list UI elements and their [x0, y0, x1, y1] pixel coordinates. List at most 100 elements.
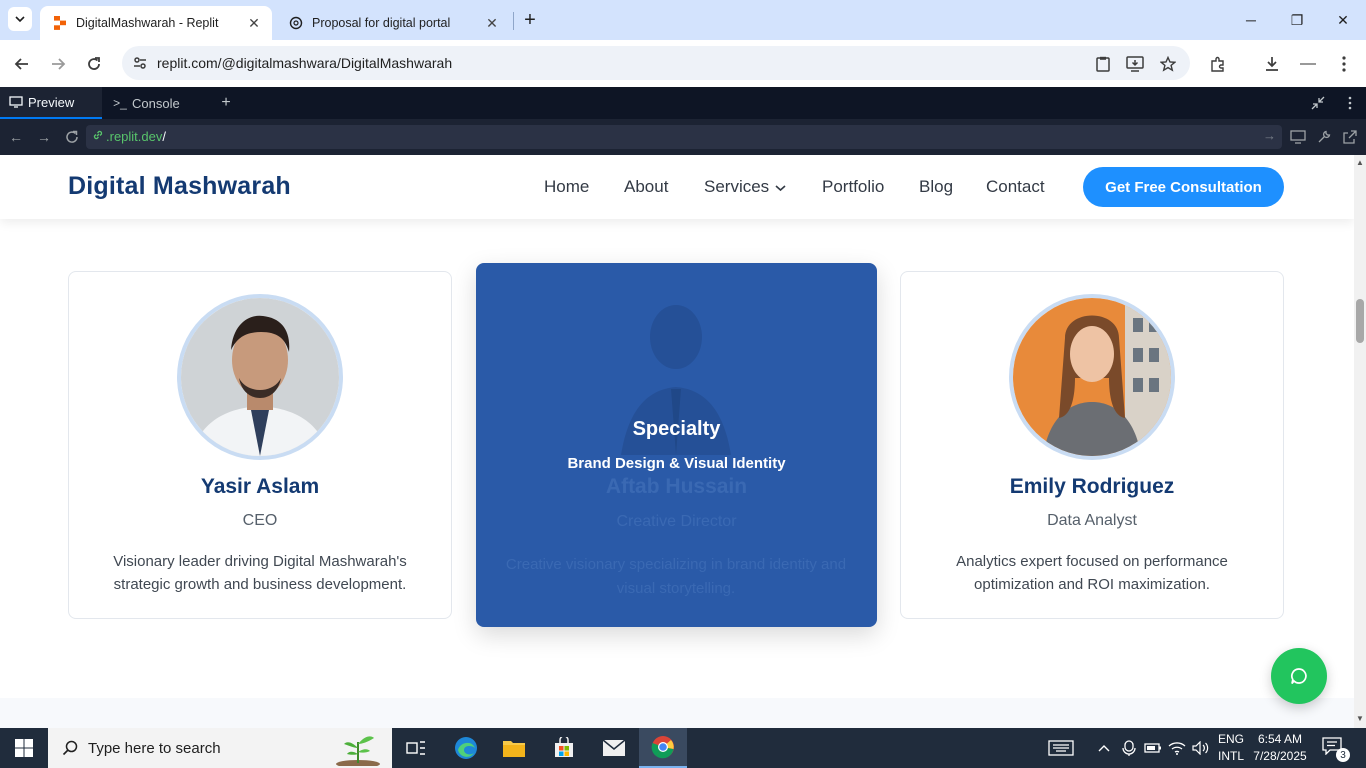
forward-icon[interactable]: [44, 50, 72, 78]
install-app-icon[interactable]: [1124, 53, 1146, 75]
new-tab-icon[interactable]: +: [518, 8, 542, 32]
download-icon[interactable]: [1258, 50, 1286, 78]
team-card-creative-director[interactable]: Aftab Hussain Creative Director Creative…: [476, 263, 877, 627]
link-icon: [92, 129, 104, 144]
preview-back-icon[interactable]: ←: [6, 127, 26, 147]
chrome-browser-icon[interactable]: [639, 728, 687, 768]
nav-about[interactable]: About: [624, 177, 668, 197]
nav-blog[interactable]: Blog: [919, 177, 953, 197]
back-icon[interactable]: [8, 50, 36, 78]
task-view-icon[interactable]: [392, 728, 440, 768]
file-explorer-icon[interactable]: [490, 728, 538, 768]
tab-console[interactable]: >_ Console: [104, 87, 208, 119]
browser-toolbar: replit.com/@digitalmashwara/DigitalMashw…: [0, 40, 1366, 87]
taskbar-search[interactable]: Type here to search: [48, 728, 392, 768]
wifi-icon[interactable]: [1166, 728, 1188, 768]
member-role: Data Analyst: [1047, 512, 1137, 529]
replit-icon: [52, 15, 68, 31]
collapse-icon[interactable]: [1308, 93, 1328, 113]
specialty-title: Specialty: [632, 418, 721, 440]
team-card-ceo[interactable]: Yasir Aslam CEO Visionary leader driving…: [68, 271, 452, 619]
devtools-icon[interactable]: [1288, 127, 1308, 147]
clipboard-icon[interactable]: [1092, 53, 1114, 75]
close-tab-icon[interactable]: ✕: [482, 13, 502, 33]
nav-home[interactable]: Home: [544, 177, 589, 197]
nav-services-label: Services: [704, 177, 770, 196]
extensions-icon[interactable]: [1204, 50, 1232, 78]
scroll-down-icon[interactable]: ▼: [1354, 711, 1366, 725]
openai-icon: [288, 15, 304, 31]
preview-url-text: .replit.dev/: [106, 129, 166, 144]
get-free-consultation-button[interactable]: Get Free Consultation: [1083, 167, 1284, 207]
team-card-data-analyst[interactable]: Emily Rodriguez Data Analyst Analytics e…: [900, 271, 1284, 619]
search-highlight-plant-icon: [336, 736, 380, 766]
preview-domain: .replit.dev: [106, 129, 163, 144]
chat-bubble-icon: [1291, 668, 1307, 685]
page-scrollbar[interactable]: ▲ ▼: [1354, 155, 1366, 728]
microsoft-store-icon[interactable]: [540, 728, 588, 768]
member-role: Creative Director: [616, 513, 737, 530]
chevron-down-icon: [775, 181, 786, 195]
edge-browser-icon[interactable]: [442, 728, 490, 768]
close-window-icon[interactable]: ✕: [1331, 8, 1355, 32]
input-language[interactable]: ENG INTL: [1214, 731, 1248, 765]
site-settings-icon[interactable]: [130, 53, 150, 73]
browser-tab-replit[interactable]: DigitalMashwarah - Replit ✕: [40, 6, 272, 40]
preview-address-bar: ← → .replit.dev/ →: [0, 119, 1366, 155]
chat-button[interactable]: [1271, 648, 1327, 704]
tab-search-button[interactable]: [8, 7, 32, 31]
profile-icon[interactable]: [1294, 50, 1322, 78]
monitor-icon: [8, 94, 24, 110]
show-hidden-icons-icon[interactable]: [1094, 728, 1114, 768]
nav-portfolio[interactable]: Portfolio: [822, 177, 884, 197]
site-logo[interactable]: Digital Mashwarah: [68, 172, 291, 201]
battery-icon[interactable]: [1142, 728, 1164, 768]
member-name: Emily Rodriguez: [1009, 475, 1175, 498]
preview-forward-icon[interactable]: →: [34, 127, 54, 147]
tab-title: DigitalMashwarah - Replit: [76, 16, 219, 30]
bookmark-star-icon[interactable]: [1157, 53, 1179, 75]
meet-now-icon[interactable]: [1118, 728, 1140, 768]
url-text: replit.com/@digitalmashwara/DigitalMashw…: [157, 55, 453, 71]
mail-icon[interactable]: [590, 728, 638, 768]
language-code: ENG: [1217, 732, 1244, 746]
add-tab-icon[interactable]: +: [216, 93, 236, 113]
avatar-photo: [1009, 294, 1175, 460]
close-tab-icon[interactable]: ✕: [244, 13, 264, 33]
open-new-window-icon[interactable]: [1340, 127, 1360, 147]
browser-tabstrip: DigitalMashwarah - Replit ✕ Proposal for…: [0, 0, 1366, 40]
preview-url-field[interactable]: .replit.dev/ →: [86, 125, 1282, 149]
menu-kebab-icon[interactable]: [1330, 50, 1358, 78]
nav-services[interactable]: Services: [704, 177, 786, 197]
keyboard-layout: INTL: [1217, 749, 1244, 763]
browser-tab-proposal[interactable]: Proposal for digital portal ✕: [276, 6, 510, 40]
minimize-icon[interactable]: ─: [1239, 8, 1263, 32]
go-arrow-icon[interactable]: →: [1263, 128, 1276, 143]
chevron-down-icon: [15, 16, 25, 23]
clock-date: 7/28/2025: [1253, 749, 1307, 763]
search-icon: [60, 738, 80, 758]
system-clock[interactable]: 6:54 AM 7/28/2025: [1250, 731, 1310, 765]
member-description: Creative visionary specializing in brand…: [505, 556, 847, 597]
site-header: Digital Mashwarah Home About Services Po…: [0, 155, 1354, 219]
address-bar[interactable]: replit.com/@digitalmashwara/DigitalMashw…: [122, 46, 1190, 80]
tab-separator: [513, 12, 514, 30]
pane-menu-icon[interactable]: [1340, 93, 1360, 113]
keyboard-touch-icon[interactable]: [1044, 728, 1078, 768]
terminal-icon: >_: [113, 96, 127, 110]
restore-icon[interactable]: ❐: [1285, 8, 1309, 32]
reload-icon[interactable]: [80, 50, 108, 78]
scrollbar-thumb[interactable]: [1356, 299, 1364, 343]
windows-start-icon[interactable]: [0, 728, 48, 768]
notification-center-icon[interactable]: 3: [1322, 737, 1350, 762]
nav-contact[interactable]: Contact: [986, 177, 1045, 197]
member-name: Yasir Aslam: [200, 475, 320, 498]
wrench-icon[interactable]: [1314, 127, 1334, 147]
member-description: Visionary leader driving Digital Mashwar…: [113, 553, 407, 593]
tab-preview[interactable]: Preview: [0, 87, 102, 119]
notification-count: 3: [1336, 748, 1350, 762]
tab-label: Preview: [28, 94, 75, 110]
preview-reload-icon[interactable]: [62, 127, 82, 147]
volume-icon[interactable]: [1190, 728, 1212, 768]
scroll-up-icon[interactable]: ▲: [1354, 155, 1366, 169]
